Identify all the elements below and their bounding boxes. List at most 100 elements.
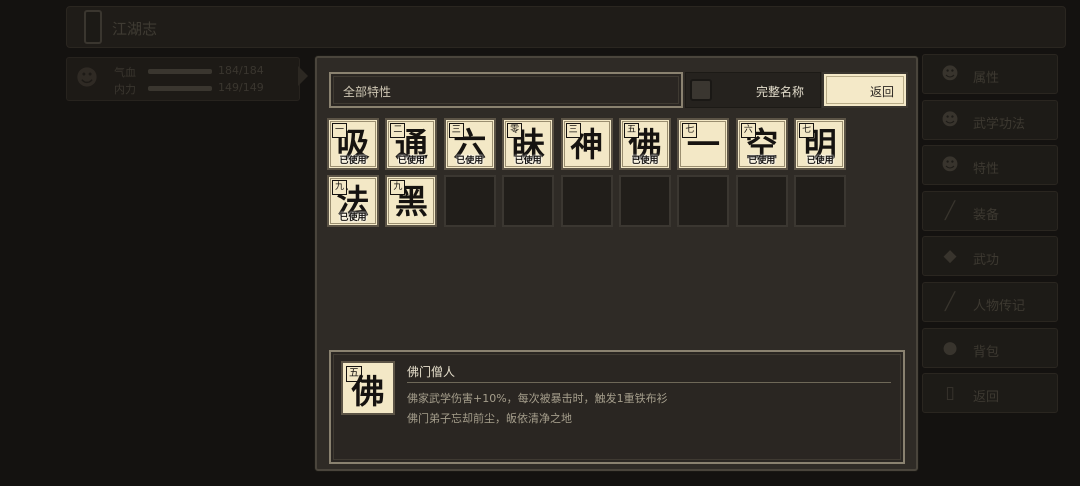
trait-tile[interactable]: 五佛已使用: [619, 118, 671, 170]
trait-tile[interactable]: 三神: [560, 118, 613, 170]
trait-grade-badge: 三: [565, 123, 581, 138]
trait-grade-badge: 九: [390, 180, 406, 195]
avatar-icon: ☻: [75, 66, 99, 91]
side-menu: ☻ 属性 ☻ 武学功法 ☻ 特性 ╱ 装备 ◆ 武功 ╱ 人物传记 ● 背包 ▯: [922, 54, 1058, 419]
empty-trait-slot: [443, 175, 496, 227]
expand-arrow-icon: [298, 66, 308, 86]
trait-tile-face: 一吸已使用: [327, 118, 379, 170]
side-item-label: 属性: [973, 71, 1000, 86]
trait-grade-badge: 三: [448, 123, 464, 138]
trait-used-label: 已使用: [514, 156, 542, 166]
mp-value: 149/149: [218, 81, 264, 94]
trait-tile[interactable]: 七一: [677, 118, 730, 170]
trait-tile-face: 三神: [560, 118, 613, 170]
trait-grade-badge: 二: [390, 123, 406, 138]
screen-title: 江湖志: [112, 20, 158, 38]
scroll-icon: ☻: [941, 109, 959, 130]
trait-tile[interactable]: 六空已使用: [735, 118, 788, 170]
trait-grade-badge: 七: [799, 123, 815, 138]
trait-tile-face: 六空已使用: [735, 118, 788, 170]
trait-tile[interactable]: 二通已使用: [385, 118, 438, 170]
trait-used-label: 已使用: [631, 156, 659, 166]
mp-label: 内力: [114, 83, 136, 96]
detail-trait-char: 佛: [351, 372, 385, 411]
trait-used-label: 已使用: [806, 156, 834, 166]
trait-grade-badge: 九: [332, 180, 347, 195]
trait-used-label: 已使用: [397, 156, 425, 166]
trait-grade-badge: 七: [682, 123, 698, 138]
trait-used-label: 已使用: [748, 156, 776, 166]
trait-tile-face: 零眛已使用: [502, 118, 555, 170]
side-item-bag[interactable]: ● 背包: [922, 327, 1058, 368]
trait-tile-face: 七明已使用: [794, 118, 847, 170]
fullname-toggle[interactable]: 完整名称: [685, 72, 821, 108]
side-item-label: 武功: [973, 253, 1000, 269]
side-item-martial-methods[interactable]: ☻ 武学功法: [922, 99, 1058, 140]
side-item-traits[interactable]: ☻ 特性: [922, 145, 1058, 186]
trait-tile-face: 五佛已使用: [619, 118, 671, 170]
sword-icon: ╱: [944, 200, 956, 221]
detail-trait-tile: 五 佛: [341, 361, 395, 415]
trait-used-label: 已使用: [339, 156, 367, 166]
side-item-label: 人物传记: [973, 298, 1026, 314]
empty-trait-slot: [560, 175, 613, 227]
detail-divider: [407, 382, 891, 383]
trait-filter-dropdown[interactable]: 全部特性: [329, 72, 683, 108]
side-item-label: 装备: [973, 207, 1000, 223]
trait-used-label: 已使用: [339, 213, 367, 223]
trait-tile-face: 九法已使用: [327, 175, 379, 227]
trait-grade-badge: 零: [507, 123, 523, 138]
side-item-label: 背包: [973, 344, 1000, 360]
door-icon: ▯: [945, 383, 955, 404]
trait-tile-face: 三六已使用: [443, 118, 496, 170]
detail-effect-text: 佛家武学伤害+10%，每次被暴击时，触发1重铁布衫: [407, 392, 668, 405]
empty-trait-slot: [794, 175, 847, 227]
trait-grade-badge: 六: [740, 123, 756, 138]
filter-label: 全部特性: [343, 85, 392, 99]
sword-icon: ╱: [944, 291, 956, 312]
trait-tile[interactable]: 零眛已使用: [502, 118, 555, 170]
side-item-return[interactable]: ▯ 返回: [922, 373, 1058, 414]
character-card: [66, 57, 300, 101]
trait-tile[interactable]: 一吸已使用: [327, 118, 379, 170]
side-item-label: 特性: [973, 162, 1000, 178]
person-icon: ☻: [941, 64, 959, 84]
fullname-label: 完整名称: [756, 85, 805, 99]
back-button-label: 返回: [869, 85, 894, 99]
book-icon: ◆: [943, 246, 957, 267]
detail-flavor-text: 佛门弟子忘却前尘，皈依清净之地: [407, 412, 572, 425]
hp-value: 184/184: [218, 64, 264, 77]
trait-tile[interactable]: 七明已使用: [794, 118, 847, 170]
trait-used-label: 已使用: [456, 156, 484, 166]
empty-trait-slot: [502, 175, 555, 227]
bag-icon: ●: [942, 337, 958, 358]
side-item-martial-arts[interactable]: ◆ 武功: [922, 236, 1058, 277]
trait-detail-box: 五 佛 佛门僧人 佛家武学伤害+10%，每次被暴击时，触发1重铁布衫 佛门弟子忘…: [329, 350, 905, 464]
trait-tile[interactable]: 九黑: [385, 175, 438, 227]
side-item-label: 返回: [973, 390, 1000, 406]
mp-bar: [148, 86, 212, 91]
top-bar: [66, 6, 1066, 48]
side-item-label: 武学功法: [973, 116, 1026, 132]
detail-trait-name: 佛门僧人: [407, 365, 456, 379]
trait-tile-face: 七一: [677, 118, 730, 170]
trait-tile-face: 二通已使用: [385, 118, 438, 170]
trait-icon: ☻: [941, 155, 959, 176]
traits-panel: 全部特性 完整名称 返回 一吸已使用二通已使用三六已使用零眛已使用三神五佛已使用…: [315, 56, 918, 471]
trait-grade-badge: 一: [332, 123, 347, 138]
empty-trait-slot: [735, 175, 788, 227]
side-item-equipment[interactable]: ╱ 装备: [922, 190, 1058, 231]
trait-tile-face: 九黑: [385, 175, 438, 227]
side-item-biography[interactable]: ╱ 人物传记: [922, 281, 1058, 322]
back-button[interactable]: 返回: [822, 72, 908, 108]
empty-trait-slot: [619, 175, 671, 227]
side-item-attributes[interactable]: ☻ 属性: [922, 54, 1058, 94]
scroll-icon: [84, 10, 102, 44]
trait-tile[interactable]: 三六已使用: [443, 118, 496, 170]
empty-trait-slot: [677, 175, 730, 227]
fullname-checkbox[interactable]: [690, 79, 712, 101]
trait-tile[interactable]: 九法已使用: [327, 175, 379, 227]
hp-label: 气血: [114, 66, 136, 79]
trait-grade-badge: 五: [624, 123, 639, 138]
hp-bar: [148, 69, 212, 74]
